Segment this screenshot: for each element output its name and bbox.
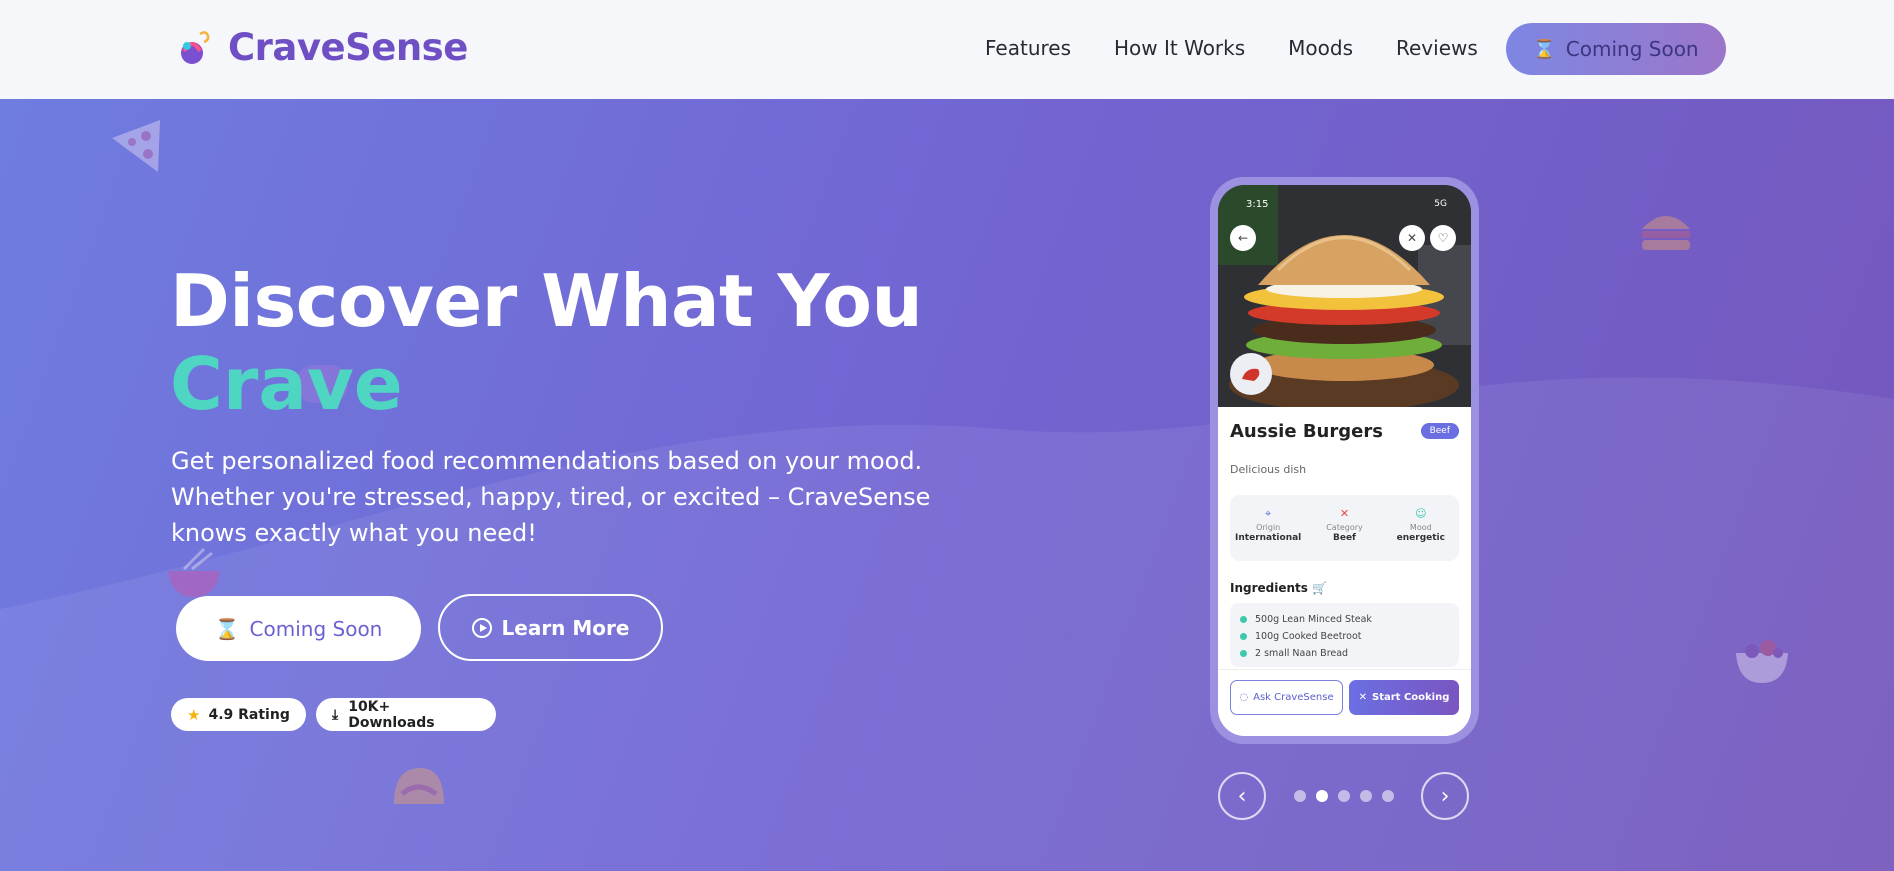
star-icon: ★ — [187, 705, 201, 724]
start-cooking-button[interactable]: ✕ Start Cooking — [1349, 680, 1459, 715]
meta-label: Origin — [1256, 523, 1281, 532]
nav-link-reviews[interactable]: Reviews — [1396, 36, 1478, 60]
carousel-dot-active[interactable] — [1316, 790, 1328, 802]
location-pin-icon: ⌖ — [1265, 507, 1272, 520]
hourglass-icon: ⌛ — [214, 616, 240, 641]
brand[interactable]: CraveSense — [176, 26, 468, 69]
phone-screen: 3:15 5G ← ✕ ♡ Aussie Burgers Beef Delici… — [1218, 185, 1471, 736]
meta-value: International — [1235, 533, 1302, 543]
phone-action-bar: ◌ Ask CraveSense ✕ Start Cooking — [1218, 669, 1471, 736]
play-circle-icon — [471, 617, 492, 638]
downloads-badge: ⤓ 10K+ Downloads — [316, 698, 496, 731]
status-signal: 5G — [1434, 199, 1447, 209]
back-arrow-icon[interactable]: ← — [1230, 225, 1256, 251]
salad-bowl-icon — [1736, 640, 1788, 683]
utensils-icon: ✕ — [1339, 507, 1350, 520]
heart-icon[interactable]: ♡ — [1430, 225, 1456, 251]
chat-icon: ◌ — [1239, 692, 1249, 703]
carousel-dot[interactable] — [1360, 790, 1372, 802]
coming-soon-button[interactable]: ⌛ Coming Soon — [176, 596, 421, 661]
utensils-icon: ✕ — [1358, 692, 1368, 703]
rating-text: 4.9 Rating — [208, 706, 290, 723]
nav-coming-soon-button[interactable]: ⌛ Coming Soon — [1506, 23, 1726, 75]
hero-section: Discover What You Crave Get personalized… — [0, 99, 1894, 871]
downloads-text: 10K+ Downloads — [348, 698, 435, 731]
noodle-bowl-icon — [168, 547, 220, 597]
smile-icon: ☺ — [1415, 507, 1427, 520]
brand-name: CraveSense — [228, 26, 468, 69]
meta-category: ✕ Category Beef — [1309, 507, 1379, 561]
meta-label: Mood — [1409, 523, 1432, 532]
hourglass-icon: ⌛ — [1533, 38, 1556, 60]
meta-value: Beef — [1332, 533, 1356, 543]
carousel-prev-button[interactable]: ‹ — [1218, 772, 1266, 820]
carousel-dot[interactable] — [1382, 790, 1394, 802]
hero-heading-accent: Crave — [170, 342, 403, 426]
ask-cravesense-button[interactable]: ◌ Ask CraveSense — [1230, 680, 1343, 715]
learn-more-button[interactable]: Learn More — [438, 594, 663, 661]
cook-button-label: Start Cooking — [1372, 692, 1450, 703]
carousel-next-button[interactable]: › — [1421, 772, 1469, 820]
burger-icon — [1642, 216, 1690, 250]
nav-cta-label: Coming Soon — [1565, 37, 1699, 61]
meta-mood: ☺ Mood energetic — [1386, 507, 1456, 561]
nav-link-how-it-works[interactable]: How It Works — [1114, 36, 1245, 60]
hero-lead-text: Get personalized food recommendations ba… — [171, 447, 931, 547]
status-time: 3:15 — [1246, 199, 1269, 210]
nav-link-moods[interactable]: Moods — [1288, 36, 1353, 60]
list-item: 2 small Naan Bread — [1240, 645, 1449, 662]
carousel-dot[interactable] — [1338, 790, 1350, 802]
navbar: CraveSense Features How It Works Moods R… — [0, 0, 1894, 99]
ask-button-label: Ask CraveSense — [1253, 692, 1334, 703]
chevron-right-icon: › — [1440, 783, 1450, 809]
dish-title: Aussie Burgers — [1230, 421, 1383, 442]
nav-link-features[interactable]: Features — [985, 36, 1071, 60]
chevron-left-icon: ‹ — [1237, 783, 1247, 809]
dish-meta: ⌖ Origin International ✕ Category Beef ☺… — [1230, 495, 1459, 561]
meta-value: energetic — [1396, 533, 1445, 543]
list-item: 100g Cooked Beetroot — [1240, 628, 1449, 645]
hero-heading: Discover What You — [170, 259, 923, 343]
carousel-dots — [1294, 790, 1404, 802]
taco-icon — [394, 768, 444, 804]
pizza-icon — [112, 120, 160, 172]
carousel-dot[interactable] — [1294, 790, 1306, 802]
phone-mockup: 3:15 5G ← ✕ ♡ Aussie Burgers Beef Delici… — [1210, 177, 1479, 744]
dish-category-tag: Beef — [1420, 423, 1459, 439]
steak-icon — [1230, 353, 1272, 395]
logo-icon — [181, 30, 210, 64]
meta-origin: ⌖ Origin International — [1233, 507, 1303, 561]
list-item: 500g Lean Minced Steak — [1240, 611, 1449, 628]
ingredients-list: 500g Lean Minced Steak 100g Cooked Beetr… — [1230, 603, 1459, 667]
dish-description: Delicious dish — [1230, 463, 1307, 476]
meta-label: Category — [1326, 523, 1363, 532]
coming-soon-label: Coming Soon — [249, 616, 383, 641]
learn-more-label: Learn More — [501, 615, 630, 640]
close-icon[interactable]: ✕ — [1399, 225, 1425, 251]
ingredients-title: Ingredients 🛒 — [1230, 581, 1328, 595]
main-nav: Features How It Works Moods Reviews — [985, 36, 1521, 60]
rating-badge: ★ 4.9 Rating — [171, 698, 306, 731]
download-icon: ⤓ — [332, 706, 339, 723]
